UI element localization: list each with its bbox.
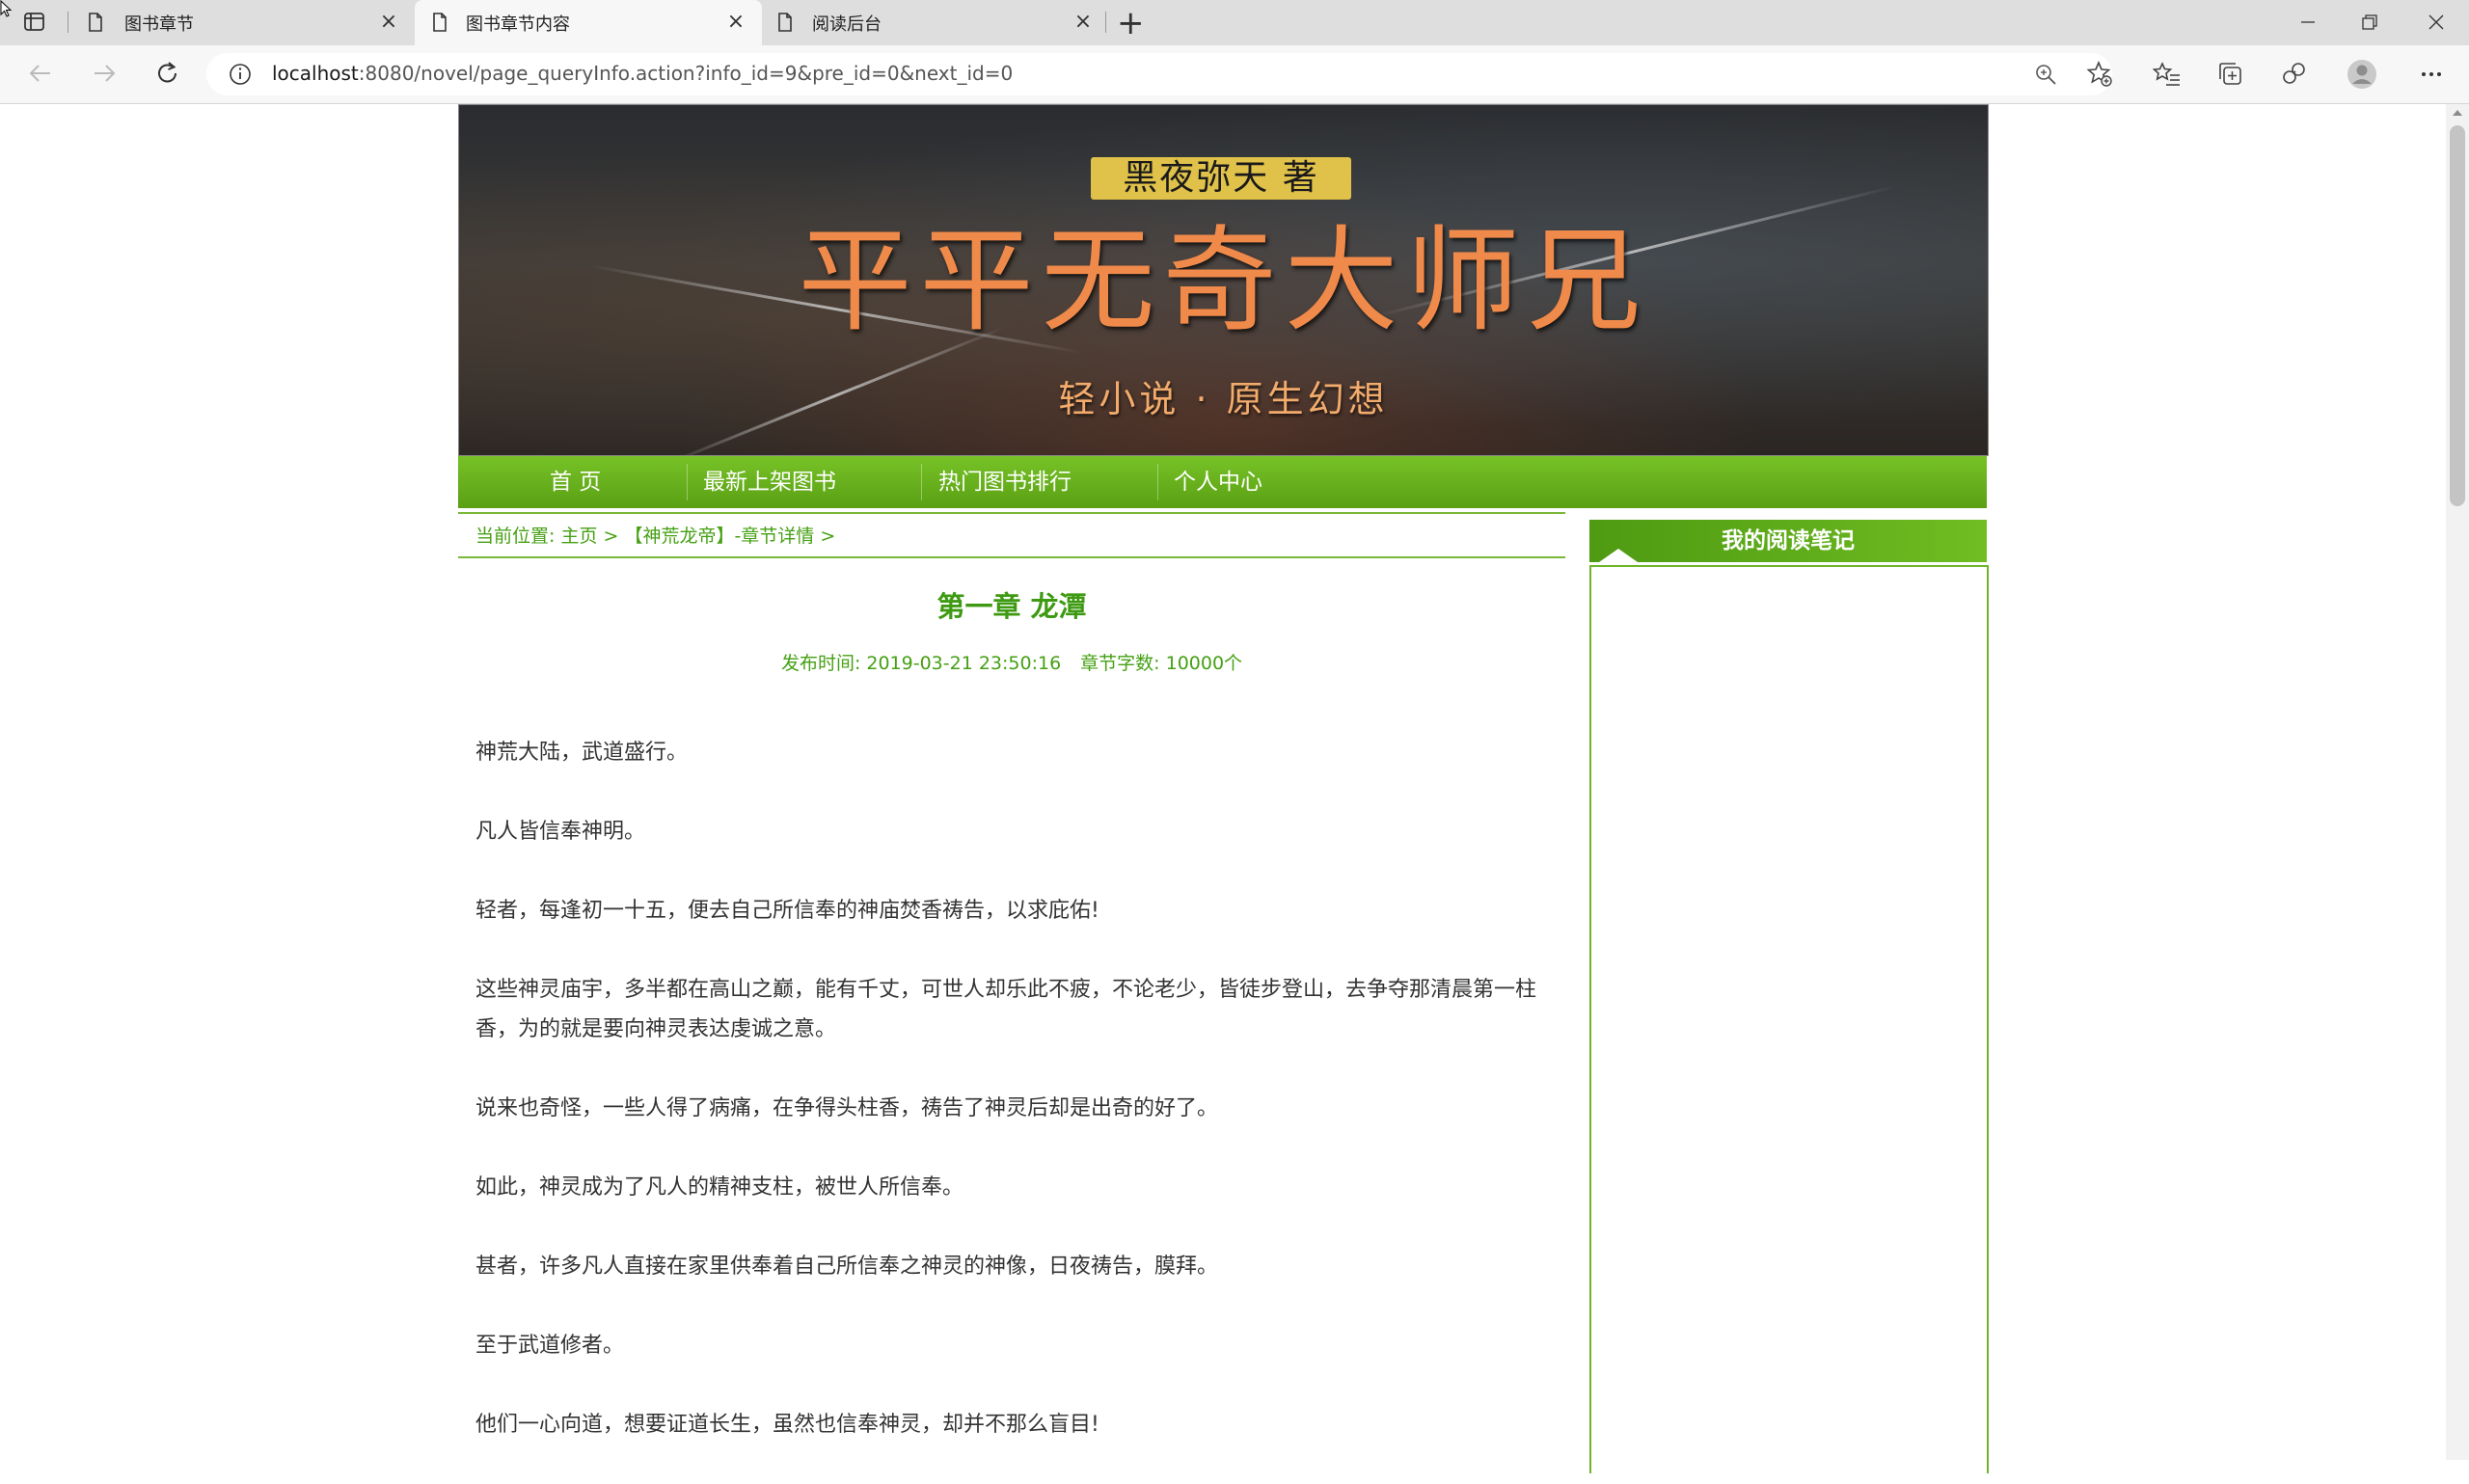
chapter-paragraph: 他们一心向道，想要证道长生，虽然也信奉神灵，却并不那么盲目! [475, 1413, 1099, 1437]
window-close-button[interactable] [2422, 8, 2451, 37]
tab-separator [1105, 12, 1106, 33]
collections-icon[interactable] [2216, 60, 2245, 89]
tab-chapter-content[interactable]: 图书章节内容 × [415, 0, 762, 45]
breadcrumb[interactable]: 当前位置: 主页 > 【神荒龙帝】-章节详情 > [475, 522, 835, 548]
reading-notes-title: 我的阅读笔记 [1722, 528, 1855, 553]
tab-strip: 图书章节 × 图书章节内容 × 阅读后台 × + [0, 0, 2469, 45]
tab-actions-icon[interactable] [24, 13, 45, 32]
cursor-arrow-icon [0, 0, 13, 17]
close-icon[interactable]: × [378, 12, 399, 33]
tab-reading-admin[interactable]: 阅读后台 × [762, 0, 1104, 45]
chapter-paragraph: 神荒大陆，武道盛行。 [475, 741, 689, 765]
more-options-icon[interactable] [2417, 60, 2446, 89]
divider [458, 556, 1565, 558]
chapter-paragraph: 轻者，每逢初一十五，便去自己所信奉的神庙焚香祷告，以求庇佑! [475, 899, 1099, 923]
tab-book-chapters[interactable]: 图书章节 × [69, 0, 415, 45]
page-icon [433, 13, 447, 32]
close-icon[interactable]: × [1072, 12, 1094, 33]
restore-icon [2362, 14, 2377, 30]
url-path: :8080/novel/page_queryInfo.action?info_i… [358, 62, 1014, 85]
nav-item-new-books[interactable]: 最新上架图书 [703, 456, 836, 508]
add-favorite-icon[interactable] [2085, 60, 2114, 89]
extensions-icon[interactable] [2280, 60, 2309, 89]
close-icon[interactable]: × [725, 12, 746, 33]
chapter-title: 第一章 龙潭 [936, 590, 1087, 623]
page-icon [778, 13, 792, 32]
new-tab-button[interactable]: + [1117, 4, 1145, 42]
nav-separator [687, 464, 688, 500]
nav-item-home[interactable]: 首 页 [550, 456, 601, 508]
page-icon [89, 13, 102, 32]
profile-avatar-icon[interactable] [2346, 58, 2378, 91]
chapter-paragraph: 至于武道修者。 [475, 1334, 625, 1358]
chapter-paragraph: 甚者，许多凡人直接在家里供奉着自己所信奉之神灵的神像，日夜祷告，膜拜。 [475, 1255, 1219, 1279]
book-banner: 黑夜弥天 著 平平无奇大师兄 轻小说 · 原生幻想 [458, 104, 1989, 456]
nav-separator [921, 464, 922, 500]
tab-title: 图书章节内容 [466, 14, 570, 35]
tab-title: 阅读后台 [812, 14, 882, 35]
forward-icon[interactable] [91, 61, 118, 86]
zoom-icon[interactable] [2033, 62, 2058, 87]
close-icon [2428, 14, 2444, 30]
nav-separator [1157, 464, 1158, 500]
main-nav: 首 页 最新上架图书 热门图书排行 个人中心 [458, 456, 1987, 508]
back-icon[interactable] [27, 61, 54, 86]
reading-notes-panel [1589, 565, 1989, 1473]
nav-item-hot-ranking[interactable]: 热门图书排行 [938, 456, 1072, 508]
nav-item-user-center[interactable]: 个人中心 [1174, 456, 1262, 508]
url-host: localhost [272, 62, 359, 85]
chapter-paragraph: 凡人皆信奉神明。 [475, 820, 646, 844]
divider [458, 512, 1565, 514]
scroll-up-icon[interactable] [2450, 106, 2465, 120]
minimize-button[interactable] [2293, 8, 2322, 37]
banner-author: 黑夜弥天 著 [1091, 157, 1351, 200]
chapter-paragraph: 如此，神灵成为了凡人的精神支柱，被世人所信奉。 [475, 1175, 964, 1200]
url-text[interactable]: localhost:8080/novel/page_queryInfo.acti… [272, 62, 1013, 85]
chapter-meta: 发布时间: 2019-03-21 23:50:16 章节字数: 10000个 [458, 649, 1565, 675]
restore-button[interactable] [2355, 8, 2384, 37]
word-count: 章节字数: 10000个 [1080, 653, 1243, 674]
tab-title: 图书章节 [124, 14, 194, 35]
banner-title: 平平无奇大师兄 [798, 214, 1649, 347]
chapter-body: 神荒大陆，武道盛行。 凡人皆信奉神明。 轻者，每逢初一十五，便去自己所信奉的神庙… [475, 733, 1548, 1484]
site-info-icon[interactable] [228, 62, 253, 87]
banner-subtitle: 轻小说 · 原生幻想 [1058, 378, 1389, 420]
publish-time: 发布时间: 2019-03-21 23:50:16 [780, 653, 1062, 674]
reading-notes-header: 我的阅读笔记 [1589, 520, 1987, 562]
refresh-icon[interactable] [154, 60, 181, 87]
favorites-icon[interactable] [2153, 60, 2182, 89]
scroll-thumb[interactable] [2450, 125, 2465, 506]
minimize-icon [2301, 21, 2315, 23]
chapter-paragraph: 这些神灵庙宇，多半都在高山之巅，能有千丈，可世人却乐此不疲，不论老少，皆徒步登山… [475, 978, 1537, 1041]
chapter-paragraph: 说来也奇怪，一些人得了病痛，在争得头柱香，祷告了神灵后却是出奇的好了。 [475, 1096, 1219, 1120]
